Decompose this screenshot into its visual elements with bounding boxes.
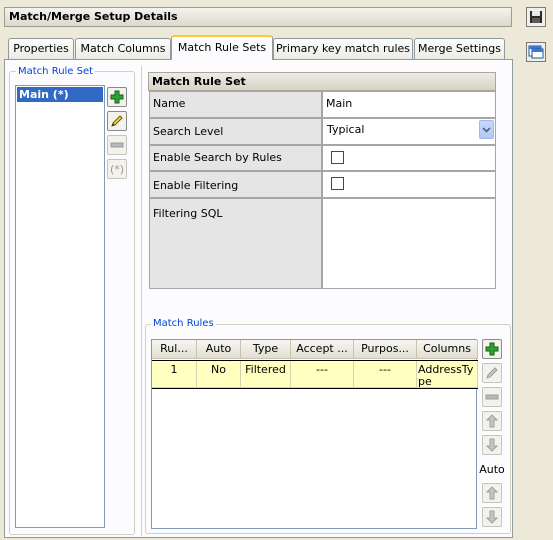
plus-icon [485,342,499,356]
chevron-down-icon [482,126,491,133]
edit-rule-set-button[interactable] [107,111,127,131]
edit-match-rule-button[interactable] [482,363,502,383]
arrow-down-icon [486,438,498,452]
window-button[interactable] [526,42,546,62]
cell-purpose: --- [354,361,417,388]
filtering-sql-field[interactable] [322,198,496,289]
arrow-down-icon [486,510,498,524]
name-label: Name [149,91,322,118]
column-header-columns[interactable]: Columns [417,340,478,359]
add-rule-set-button[interactable] [107,87,127,107]
column-header-type[interactable]: Type [241,340,291,359]
tab-primary-key-match-rules[interactable]: Primary key match rules [273,38,413,59]
auto-move-down-button[interactable] [482,507,502,527]
enable-filtering-checkbox[interactable] [331,177,344,190]
auto-move-up-button[interactable] [482,483,502,503]
cell-accept: --- [291,361,354,388]
remove-rule-set-button[interactable] [107,135,127,155]
cell-rule: 1 [152,361,197,388]
enable-search-checkbox[interactable] [331,151,344,164]
save-button[interactable] [526,7,546,27]
column-header-purpose[interactable]: Purpos... [354,340,417,359]
name-field[interactable]: Main [322,91,496,118]
tab-match-rule-sets[interactable]: Match Rule Sets [171,35,273,60]
remove-match-rule-button[interactable] [482,387,502,407]
table-row[interactable]: 1 No Filtered --- --- AddressType [152,360,478,389]
enable-search-label: Enable Search by Rules [149,145,322,171]
cell-columns: AddressType [417,361,478,388]
auto-label: Auto [479,463,505,476]
properties-header: Match Rule Set [148,72,496,91]
arrow-up-icon [486,414,498,428]
pencil-icon [486,367,498,379]
pencil-icon [111,115,123,127]
search-level-select[interactable]: Typical [322,118,496,145]
minus-icon [485,394,499,400]
search-level-value: Typical [327,123,365,136]
enable-filtering-cell [322,171,496,198]
column-header-accept[interactable]: Accept ... [291,340,354,359]
window-title: Match/Merge Setup Details [4,7,512,27]
window-icon [528,45,544,59]
column-header-rule[interactable]: Rul... [152,340,197,359]
cell-type: Filtered [241,361,291,388]
tab-match-columns[interactable]: Match Columns [75,38,171,59]
match-rules-table[interactable]: Rul... Auto Type Accept ... Purpos... Co… [151,339,478,529]
save-icon [530,11,542,23]
rule-set-list[interactable]: Main (*) [15,85,105,528]
arrow-up-icon [486,486,498,500]
minus-icon [110,142,124,148]
enable-filtering-label: Enable Filtering [149,171,322,198]
column-header-auto[interactable]: Auto [197,340,241,359]
tab-merge-settings[interactable]: Merge Settings [414,38,505,59]
set-default-button[interactable]: (*) [107,159,127,179]
tab-properties[interactable]: Properties [8,38,74,59]
enable-search-cell [322,145,496,171]
search-level-label: Search Level [149,118,322,145]
move-up-button[interactable] [482,411,502,431]
search-level-dropdown-button[interactable] [479,120,494,139]
list-item[interactable]: Main (*) [17,87,103,102]
filtering-sql-label: Filtering SQL [149,198,322,289]
add-match-rule-button[interactable] [482,339,502,359]
move-down-button[interactable] [482,435,502,455]
match-rules-group-label: Match Rules [151,318,216,330]
cell-auto: No [197,361,241,388]
rule-set-group-label: Match Rule Set [16,66,96,78]
plus-icon [110,90,124,104]
